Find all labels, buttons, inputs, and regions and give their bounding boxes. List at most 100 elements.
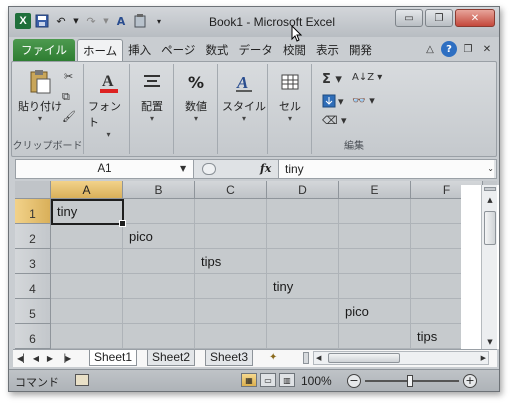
cells-button[interactable]: セル ▾	[276, 68, 304, 123]
macro-record-icon[interactable]	[75, 374, 89, 386]
tab-data[interactable]: データ	[233, 39, 278, 61]
ribbon-home: 貼り付け ▾ ✂ ⧉ 🖌 クリップボード A フォント ▾ 配置 ▾ % 数値 …	[11, 61, 497, 157]
formula-bar: A1 ▼ fx tiny ⌄	[15, 159, 497, 179]
sheet-tab-sheet1[interactable]: Sheet1	[89, 350, 138, 366]
prev-sheet-icon[interactable]: ◀	[31, 352, 41, 366]
name-box-dropdown-icon[interactable]: ▼	[180, 160, 186, 178]
tab-insert[interactable]: 挿入	[123, 39, 156, 61]
tab-developer[interactable]: 開発	[344, 39, 377, 61]
workbook-restore-icon[interactable]: ❐	[460, 41, 476, 57]
column-header-e[interactable]: E	[339, 181, 411, 199]
cut-icon[interactable]: ✂	[64, 70, 73, 83]
zoom-level[interactable]: 100%	[301, 374, 332, 388]
row-header-2[interactable]: 2	[15, 224, 51, 249]
vertical-scroll-thumb[interactable]	[484, 211, 496, 245]
title-bar: X ↶ ▼ ↷ ▼ A ▾ Book1 - Microsoft Excel ▭ …	[9, 7, 499, 37]
formula-bar-handle[interactable]	[202, 163, 216, 175]
select-all-button[interactable]	[15, 181, 51, 199]
name-box[interactable]: A1	[16, 160, 194, 178]
alignment-button[interactable]: 配置 ▾	[138, 68, 166, 123]
clear-icon[interactable]: ⌫ ▾	[322, 114, 347, 127]
font-button[interactable]: A フォント ▾	[88, 68, 129, 139]
zoom-in-button[interactable]: +	[463, 374, 477, 388]
horizontal-split-handle[interactable]	[303, 352, 309, 364]
find-select-icon[interactable]: 👓 ▾	[352, 94, 375, 107]
worksheet-grid: A B C D E F 1 2 3 4 5 6 tiny pico tips t…	[15, 181, 497, 349]
column-header-a[interactable]: A	[51, 181, 123, 199]
tab-page-layout[interactable]: ページ	[156, 39, 200, 61]
cell-e5[interactable]: pico	[341, 300, 369, 324]
styles-button[interactable]: A スタイル ▾	[222, 68, 266, 123]
fill-icon[interactable]: ▾	[322, 94, 344, 108]
font-label: フォント	[88, 100, 121, 129]
scroll-right-icon[interactable]: ▶	[481, 352, 486, 364]
workbook-close-icon[interactable]: ✕	[479, 41, 495, 57]
row-header-6[interactable]: 6	[15, 324, 51, 349]
last-sheet-icon[interactable]: ▕▶	[59, 352, 71, 366]
tab-home[interactable]: ホーム	[77, 39, 124, 61]
horizontal-scrollbar[interactable]: ◀ ▶	[313, 351, 489, 365]
minimize-ribbon-icon[interactable]: △	[422, 41, 438, 57]
scroll-left-icon[interactable]: ◀	[316, 352, 321, 364]
paste-button[interactable]: 貼り付け ▾	[18, 68, 62, 123]
number-dropdown-icon: ▾	[193, 114, 198, 123]
horizontal-scroll-thumb[interactable]	[328, 353, 400, 363]
cells-label: セル	[279, 100, 301, 113]
styles-group: A スタイル ▾	[218, 64, 268, 154]
copy-icon[interactable]: ⧉	[62, 90, 70, 104]
cell-f6[interactable]: tips	[413, 325, 437, 349]
sort-filter-icon[interactable]: A↓Z ▾	[352, 72, 382, 83]
styles-label: スタイル	[222, 100, 266, 113]
page-layout-view-icon[interactable]: ▭	[260, 373, 276, 387]
styles-icon: A	[230, 68, 258, 96]
clipboard-group-label: クリップボード	[12, 141, 83, 152]
cell-d4[interactable]: tiny	[269, 275, 293, 299]
percent-icon: %	[187, 72, 205, 92]
cells-dropdown-icon: ▾	[287, 114, 292, 123]
clipboard-group: 貼り付け ▾ ✂ ⧉ 🖌 クリップボード	[12, 64, 84, 154]
insert-sheet-icon[interactable]: ✦	[269, 352, 277, 363]
scroll-down-icon[interactable]: ▼	[484, 337, 496, 347]
page-break-view-icon[interactable]: ▥	[279, 373, 295, 387]
normal-view-icon[interactable]: ▦	[241, 373, 257, 387]
alignment-dropdown-icon: ▾	[149, 114, 154, 123]
help-icon[interactable]: ?	[441, 41, 457, 57]
column-header-c[interactable]: C	[195, 181, 267, 199]
font-color-icon: A	[95, 68, 123, 96]
cell-b2[interactable]: pico	[125, 225, 153, 249]
editing-group: Σ ▾ A↓Z ▾ ▾ 👓 ▾ ⌫ ▾ 編集	[312, 64, 396, 154]
close-button[interactable]: ✕	[455, 9, 495, 27]
zoom-out-button[interactable]: −	[347, 374, 361, 388]
next-sheet-icon[interactable]: ▶	[45, 352, 55, 366]
expand-formula-bar-icon[interactable]: ⌄	[487, 160, 494, 178]
vertical-split-handle[interactable]	[484, 187, 496, 191]
tab-view[interactable]: 表示	[311, 39, 344, 61]
font-dropdown-icon: ▾	[106, 130, 111, 139]
restore-button[interactable]: ❐	[425, 9, 453, 27]
row-header-4[interactable]: 4	[15, 274, 51, 299]
minimize-button[interactable]: ▭	[395, 9, 423, 27]
row-header-1[interactable]: 1	[15, 199, 51, 224]
row-header-5[interactable]: 5	[15, 299, 51, 324]
tab-file[interactable]: ファイル	[13, 39, 75, 61]
font-group: A フォント ▾	[84, 64, 130, 154]
align-icon	[138, 68, 166, 96]
number-button[interactable]: % 数値 ▾	[182, 68, 210, 124]
paste-dropdown-icon: ▾	[37, 114, 42, 123]
first-sheet-icon[interactable]: ◀▏	[17, 352, 29, 366]
vertical-scrollbar[interactable]: ▲ ▼	[481, 185, 497, 349]
column-header-d[interactable]: D	[267, 181, 339, 199]
row-header-3[interactable]: 3	[15, 249, 51, 274]
sheet-tab-sheet2[interactable]: Sheet2	[147, 350, 196, 366]
tab-formulas[interactable]: 数式	[200, 39, 233, 61]
autosum-icon[interactable]: Σ ▾	[322, 72, 342, 87]
insert-function-icon[interactable]: fx	[260, 160, 271, 178]
zoom-slider-knob[interactable]	[407, 375, 413, 387]
column-header-b[interactable]: B	[123, 181, 195, 199]
formula-input[interactable]: tiny	[278, 160, 494, 178]
sheet-tab-sheet3[interactable]: Sheet3	[205, 350, 254, 366]
cell-c3[interactable]: tips	[197, 250, 221, 274]
status-bar: コマンド ▦ ▭ ▥ 100% − +	[9, 369, 499, 391]
format-painter-icon[interactable]: 🖌	[62, 110, 76, 123]
scroll-up-icon[interactable]: ▲	[484, 195, 496, 205]
